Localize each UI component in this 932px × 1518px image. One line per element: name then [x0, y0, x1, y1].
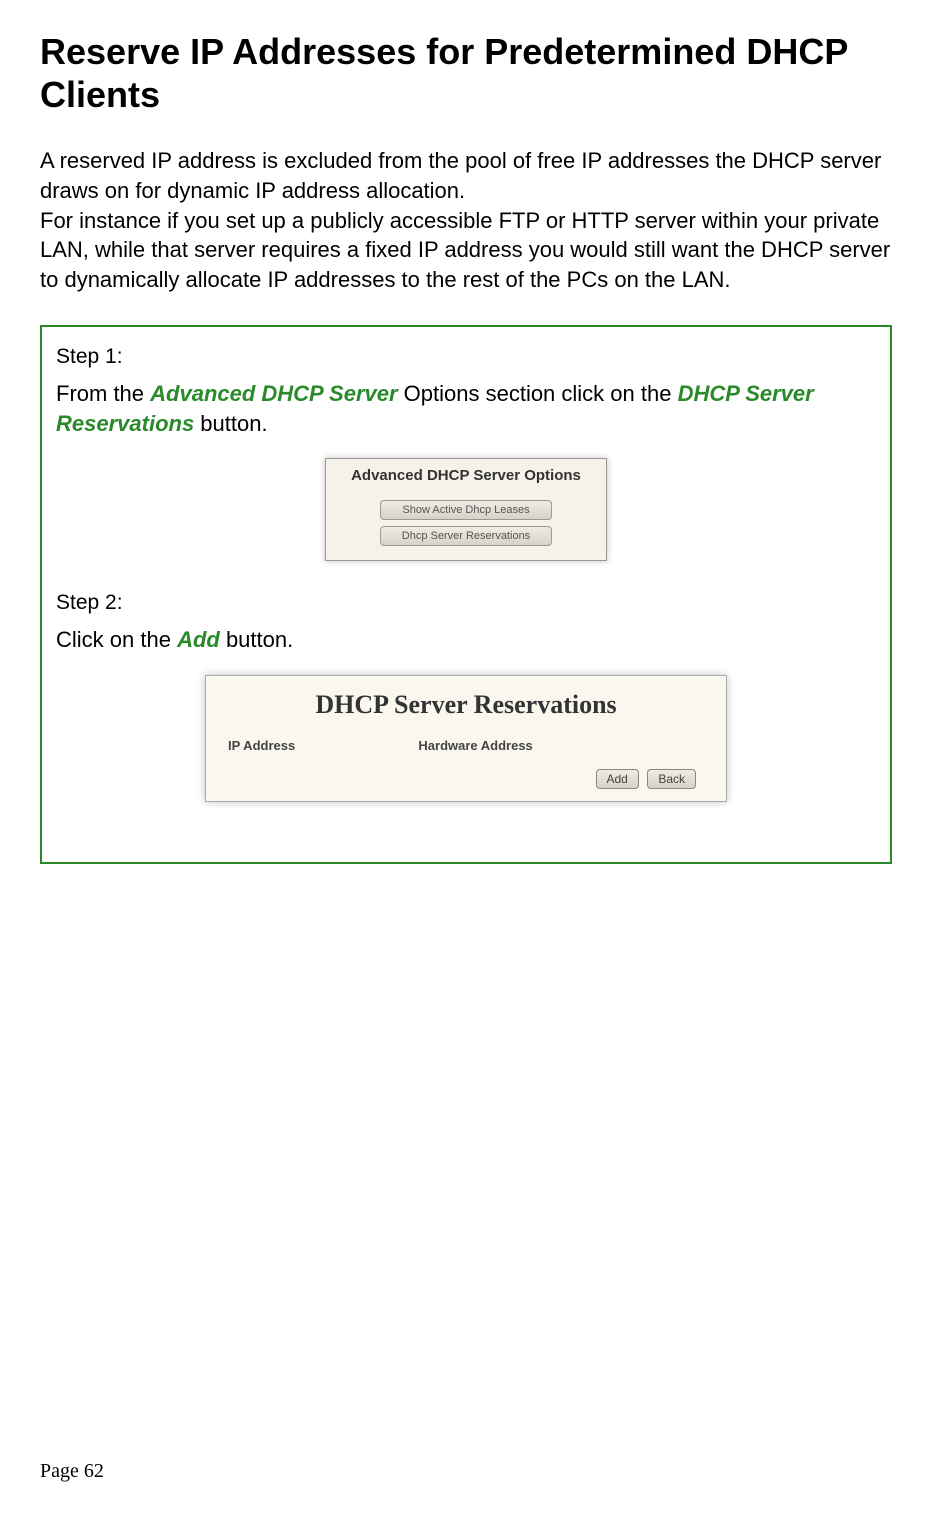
figure-2-columns: IP Address Hardware Address — [206, 738, 726, 763]
intro-para-2: For instance if you set up a publicly ac… — [40, 208, 890, 292]
page-number: Page 62 — [40, 1460, 104, 1483]
step-1-post: button. — [194, 411, 267, 436]
step-2-pre: Click on the — [56, 627, 177, 652]
figure-1-wrap: Advanced DHCP Server Options Show Active… — [56, 458, 876, 561]
step-2-highlight: Add — [177, 627, 220, 652]
figure-dhcp-reservations: DHCP Server Reservations IP Address Hard… — [205, 675, 727, 802]
figure-advanced-dhcp-options: Advanced DHCP Server Options Show Active… — [325, 458, 607, 561]
step-2-post: button. — [220, 627, 293, 652]
figure-2-title: DHCP Server Reservations — [206, 676, 726, 738]
figure-2-button-row: Add Back — [206, 763, 726, 789]
step-1-pre: From the — [56, 381, 150, 406]
figure-2-wrap: DHCP Server Reservations IP Address Hard… — [56, 675, 876, 802]
back-button[interactable]: Back — [647, 769, 696, 789]
step-1-mid: Options section click on the — [398, 381, 678, 406]
dhcp-server-reservations-button[interactable]: Dhcp Server Reservations — [380, 526, 552, 546]
column-ip-address: IP Address — [228, 738, 418, 753]
step-1-label: Step 1: — [56, 345, 876, 369]
column-hardware-address: Hardware Address — [418, 738, 704, 753]
add-button[interactable]: Add — [596, 769, 639, 789]
steps-container: Step 1: From the Advanced DHCP Server Op… — [40, 325, 892, 864]
figure-1-title: Advanced DHCP Server Options — [326, 459, 606, 494]
show-active-leases-button[interactable]: Show Active Dhcp Leases — [380, 500, 552, 520]
step-2-label: Step 2: — [56, 591, 876, 615]
intro-text: A reserved IP address is excluded from t… — [40, 146, 892, 294]
intro-para-1: A reserved IP address is excluded from t… — [40, 148, 881, 203]
step-1-text: From the Advanced DHCP Server Options se… — [56, 379, 876, 438]
step-2-text: Click on the Add button. — [56, 625, 876, 655]
step-1-highlight-1: Advanced DHCP Server — [150, 381, 397, 406]
page-title: Reserve IP Addresses for Predetermined D… — [40, 30, 892, 116]
